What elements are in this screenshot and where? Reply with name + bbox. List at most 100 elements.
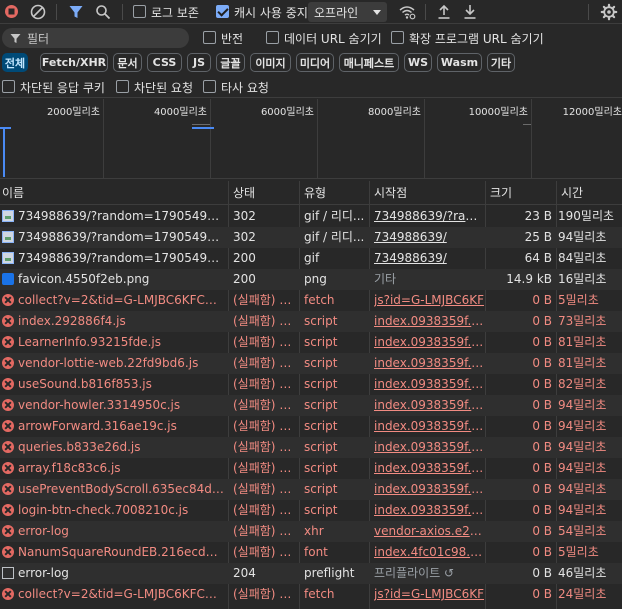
cell-initiator[interactable]: 734988639/?random bbox=[374, 206, 484, 227]
request-row[interactable]: LearnerInfo.93215fde.js (실패함) n... script i… bbox=[0, 332, 622, 353]
import-har-icon[interactable] bbox=[436, 3, 452, 20]
cell-time: 84밀리초 bbox=[558, 251, 607, 265]
cell-initiator[interactable]: index.0938359f.js:9 bbox=[374, 395, 484, 416]
request-row[interactable]: 734988639/?random=179054925... 302 gif / 리… bbox=[0, 227, 622, 248]
preserve-log-checkbox[interactable] bbox=[133, 5, 146, 18]
request-row[interactable]: error-log (실패함) n... xhr vendor-axios.e29f9… bbox=[0, 521, 622, 542]
filter-input[interactable]: 필터 bbox=[2, 28, 189, 48]
request-row[interactable]: queries.b833e26d.js (실패함) n... script index… bbox=[0, 437, 622, 458]
request-row[interactable]: login-btn-check.7008210c.js (실패함) n... scr… bbox=[0, 500, 622, 521]
cell-type: png bbox=[304, 272, 327, 286]
request-row[interactable]: 734988639/?random=179054925... 200 gif 7349… bbox=[0, 248, 622, 269]
cell-initiator[interactable]: index.0938359f.js:9 bbox=[374, 458, 484, 479]
type-filter-font[interactable]: 글꼴 bbox=[216, 53, 245, 72]
chevron-down-icon bbox=[373, 10, 381, 15]
cell-size: 23 B bbox=[524, 209, 552, 223]
cell-initiator[interactable]: 734988639/ bbox=[374, 227, 484, 248]
cell-size: 0 B bbox=[532, 503, 552, 517]
column-header-name[interactable]: 이름 bbox=[2, 181, 24, 205]
overview-gridline bbox=[317, 99, 318, 179]
request-row[interactable]: collect?v=2&tid=G-LMJBC6KFCK... (실패함) n..… bbox=[0, 290, 622, 311]
type-filter-doc[interactable]: 문서 bbox=[113, 53, 142, 72]
error-icon bbox=[2, 441, 14, 453]
cell-status: (실패함) n... bbox=[233, 377, 297, 391]
error-icon bbox=[2, 357, 14, 369]
cell-initiator[interactable]: index.0938359f.js:9 bbox=[374, 500, 484, 521]
blocked-cookies-checkbox[interactable] bbox=[2, 80, 15, 93]
request-row[interactable]: NanumSquareRoundEB.216ecd55... (실패함) n...… bbox=[0, 542, 622, 563]
cell-type: script bbox=[304, 335, 338, 349]
request-row[interactable]: collect?v=2&tid=G-LMJBC6KFCK... (실패함) n..… bbox=[0, 584, 622, 605]
image-icon bbox=[2, 252, 14, 264]
request-row[interactable]: vendor-howler.3314950c.js (실패함) n... scrip… bbox=[0, 395, 622, 416]
timeline-overview[interactable]: 2000밀리초 4000밀리초 6000밀리초 8000밀리초 10000밀리초… bbox=[0, 99, 622, 179]
cell-initiator[interactable]: js?id=G-LMJBC6KF bbox=[374, 290, 484, 311]
search-icon[interactable] bbox=[95, 4, 111, 20]
disable-cache-checkbox[interactable] bbox=[216, 5, 229, 18]
type-filter-css[interactable]: CSS bbox=[147, 53, 182, 72]
invert-checkbox[interactable] bbox=[203, 31, 216, 44]
cell-initiator: 프리플라이트 ↺ bbox=[374, 566, 455, 580]
overview-tick-label: 10000밀리초 bbox=[468, 107, 528, 118]
cell-initiator[interactable]: index.0938359f.js:9 bbox=[374, 311, 484, 332]
cell-type: script bbox=[304, 503, 338, 517]
request-row[interactable]: usePreventBodyScroll.635ec84d.js (실패함) n.… bbox=[0, 479, 622, 500]
request-row[interactable]: useSound.b816f853.js (실패함) n... script inde… bbox=[0, 374, 622, 395]
type-filter-img[interactable]: 이미지 bbox=[250, 53, 291, 72]
cell-initiator[interactable]: index.0938359f.js:9 bbox=[374, 332, 484, 353]
cell-initiator[interactable]: 734988639/ bbox=[374, 248, 484, 269]
filter-funnel-icon[interactable] bbox=[68, 4, 84, 20]
overview-tick-label: 2000밀리초 bbox=[46, 107, 100, 118]
cell-size: 0 B bbox=[532, 398, 552, 412]
blocked-requests-checkbox[interactable] bbox=[116, 80, 129, 93]
type-filter-all[interactable]: 전체 bbox=[2, 53, 28, 72]
record-stop-icon[interactable] bbox=[4, 4, 19, 19]
cell-initiator[interactable]: index.0938359f.js:9 bbox=[374, 479, 484, 500]
cell-initiator[interactable]: js?id=G-LMJBC6KF bbox=[374, 584, 484, 605]
cell-initiator[interactable]: index.0938359f.js:9 bbox=[374, 353, 484, 374]
cell-initiator[interactable]: index.0938359f.js:9 bbox=[374, 374, 484, 395]
column-header-type[interactable]: 유형 bbox=[304, 181, 326, 205]
cell-initiator[interactable]: vendor-axios.e29f9 bbox=[374, 521, 484, 542]
cell-initiator[interactable]: index.0938359f.js:9 bbox=[374, 437, 484, 458]
type-filter-other[interactable]: 기타 bbox=[487, 53, 515, 72]
type-filter-wasm[interactable]: Wasm bbox=[437, 53, 482, 72]
type-filter-manifest[interactable]: 매니페스트 bbox=[339, 53, 399, 72]
request-row[interactable]: error-log 204 preflight 프리플라이트 ↺ 0 B 46밀리초 bbox=[0, 563, 622, 584]
overview-gridline bbox=[103, 99, 104, 179]
third-party-label: 타사 요청 bbox=[221, 81, 269, 95]
request-row[interactable]: favicon.4550f2eb.png 200 png 기타 14.9 kB 16밀리초 bbox=[0, 269, 622, 290]
hide-extension-urls-checkbox[interactable] bbox=[391, 31, 404, 44]
export-har-icon[interactable] bbox=[462, 3, 478, 20]
request-row[interactable]: arrowForward.316ae19c.js (실패함) n... script… bbox=[0, 416, 622, 437]
type-filter-js[interactable]: JS bbox=[187, 53, 211, 72]
type-filter-ws[interactable]: WS bbox=[404, 53, 432, 72]
type-filter-fetch-xhr[interactable]: Fetch/XHR bbox=[40, 53, 108, 72]
cell-initiator[interactable]: index.4fc01c98.css bbox=[374, 542, 484, 563]
error-icon bbox=[2, 525, 14, 537]
cell-time: 5밀리초 bbox=[558, 545, 599, 559]
request-row[interactable]: 734988639/?random=179054925... 302 gif / 리… bbox=[0, 206, 622, 227]
column-header-time[interactable]: 시간 bbox=[561, 181, 583, 205]
cell-time: 94밀리초 bbox=[558, 461, 607, 475]
clear-icon[interactable] bbox=[30, 4, 46, 20]
request-row[interactable]: vendor-lottie-web.22fd9bd6.js (실패함) n... s… bbox=[0, 353, 622, 374]
cell-name: NanumSquareRoundEB.216ecd55... bbox=[18, 545, 224, 559]
cell-status: 204 bbox=[233, 566, 256, 580]
request-row[interactable]: array.f18c83c6.js (실패함) n... script index.0… bbox=[0, 458, 622, 479]
cell-initiator[interactable]: index.0938359f.js:9 bbox=[374, 416, 484, 437]
overview-tick-label: 6000밀리초 bbox=[260, 107, 314, 118]
column-header-size[interactable]: 크기 bbox=[490, 181, 512, 205]
throttling-select[interactable]: 오프라인 bbox=[308, 2, 387, 22]
overview-request-bar bbox=[192, 124, 210, 125]
hide-data-urls-checkbox[interactable] bbox=[266, 31, 279, 44]
network-conditions-icon[interactable] bbox=[398, 4, 416, 20]
third-party-checkbox[interactable] bbox=[203, 80, 216, 93]
column-header-status[interactable]: 상태 bbox=[233, 181, 255, 205]
cell-name: LearnerInfo.93215fde.js bbox=[18, 335, 161, 349]
request-row[interactable]: index.292886f4.js (실패함) n... script index.0… bbox=[0, 311, 622, 332]
cell-type: fetch bbox=[304, 587, 335, 601]
column-header-initiator[interactable]: 시작점 bbox=[374, 181, 407, 205]
type-filter-media[interactable]: 미디어 bbox=[296, 53, 334, 72]
gear-icon[interactable] bbox=[600, 3, 618, 21]
